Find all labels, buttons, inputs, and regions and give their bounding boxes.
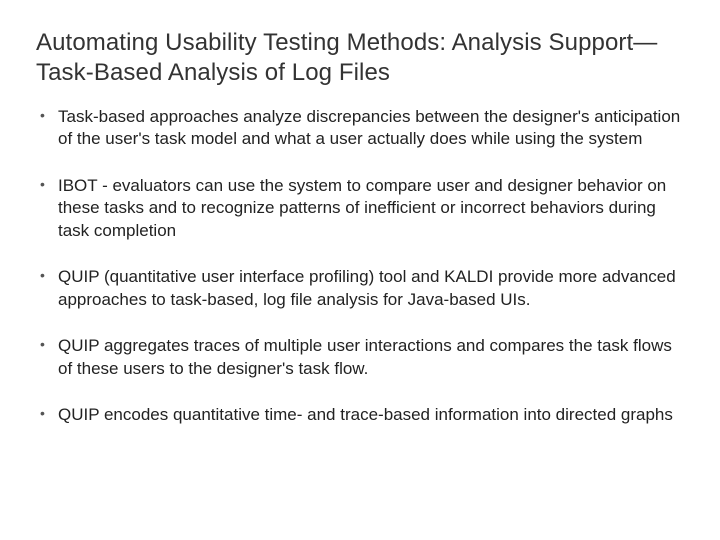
list-item: QUIP aggregates traces of multiple user …: [36, 335, 684, 380]
list-item: IBOT - evaluators can use the system to …: [36, 175, 684, 242]
bullet-list: Task-based approaches analyze discrepanc…: [36, 106, 684, 426]
list-item: QUIP (quantitative user interface profil…: [36, 266, 684, 311]
slide-title: Automating Usability Testing Methods: An…: [36, 28, 684, 88]
list-item: Task-based approaches analyze discrepanc…: [36, 106, 684, 151]
slide: Automating Usability Testing Methods: An…: [0, 0, 720, 540]
list-item: QUIP encodes quantitative time- and trac…: [36, 404, 684, 426]
